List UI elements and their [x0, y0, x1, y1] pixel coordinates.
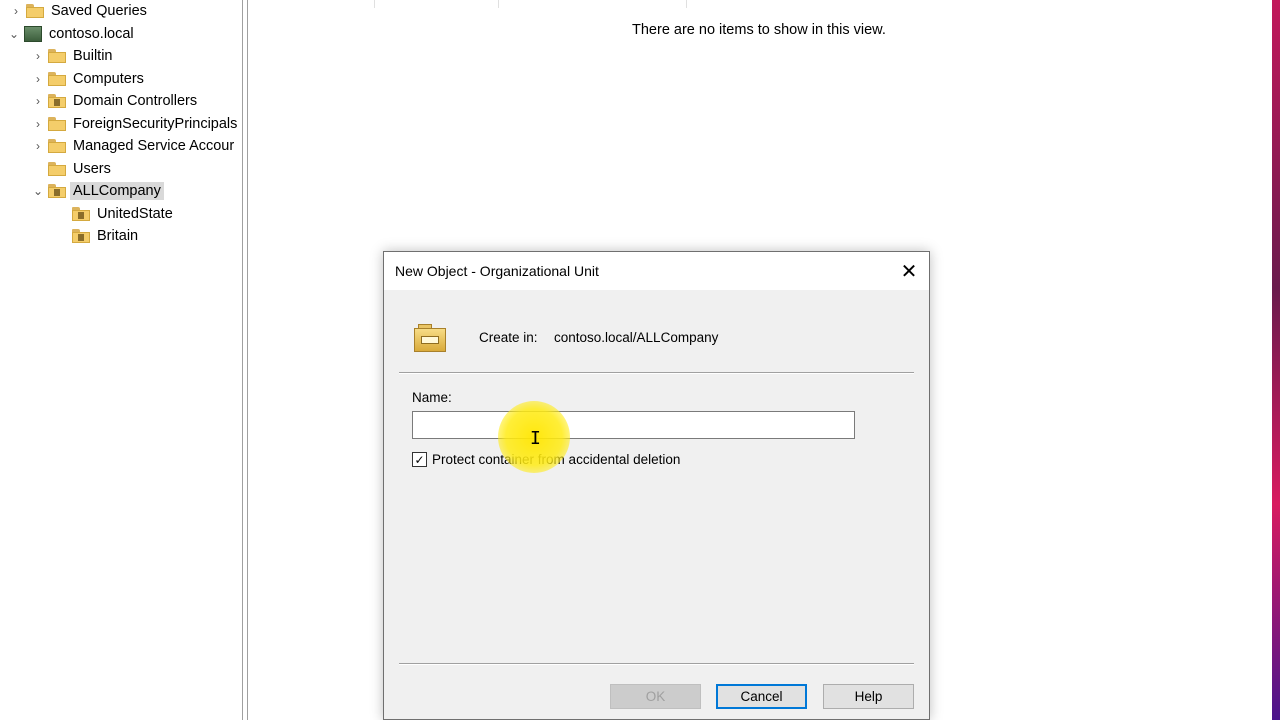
organizational-unit-icon	[412, 322, 448, 354]
tree-item-domain-controllers[interactable]: › Domain Controllers	[30, 90, 200, 112]
ou-folder-icon	[72, 229, 90, 243]
tree-item-label: Managed Service Accour	[73, 138, 235, 154]
tree-item-label: Domain Controllers	[73, 93, 198, 109]
column-divider[interactable]	[374, 0, 375, 8]
tree-item-label: Computers	[73, 71, 144, 87]
chevron-right-icon[interactable]: ›	[30, 93, 46, 109]
protect-checkbox-label[interactable]: Protect container from accidental deleti…	[432, 452, 680, 467]
chevron-right-icon[interactable]: ›	[30, 138, 46, 154]
domain-icon	[24, 26, 42, 42]
close-icon[interactable]: ✕	[889, 252, 929, 290]
ok-button[interactable]: OK	[610, 684, 701, 709]
divider	[399, 372, 914, 374]
tree-item-britain[interactable]: Britain	[54, 225, 141, 247]
chevron-right-icon[interactable]: ›	[30, 48, 46, 64]
tree-item-foreign-security-principals[interactable]: › ForeignSecurityPrincipals	[30, 113, 240, 135]
tree-item-label: Britain	[97, 228, 139, 244]
create-in-path: contoso.local/ALLCompany	[554, 330, 719, 345]
tree-item-label: Saved Queries	[51, 3, 147, 19]
name-label: Name:	[412, 390, 452, 405]
chevron-down-icon[interactable]: ⌄	[30, 183, 46, 199]
tree-item-allcompany[interactable]: ⌄ ALLCompany	[30, 180, 164, 202]
ou-folder-icon	[72, 207, 90, 221]
chevron-right-icon[interactable]: ›	[30, 116, 46, 132]
folder-icon	[48, 49, 66, 63]
create-in-label: Create in:	[479, 330, 538, 345]
tree-item-saved-queries[interactable]: › Saved Queries	[8, 0, 150, 22]
tree-item-label: ALLCompany	[70, 182, 164, 200]
folder-icon	[48, 139, 66, 153]
tree-item-label: Builtin	[73, 48, 113, 64]
column-divider[interactable]	[686, 0, 687, 8]
tree-item-label: UnitedState	[97, 206, 173, 222]
tree-item-users[interactable]: Users	[30, 158, 114, 180]
ou-folder-icon	[48, 184, 66, 198]
background-edge	[1272, 0, 1280, 720]
empty-view-message: There are no items to show in this view.	[632, 22, 886, 38]
tree-item-contoso-local[interactable]: ⌄ contoso.local	[6, 23, 137, 45]
column-divider[interactable]	[498, 0, 499, 8]
tree-item-unitedstate[interactable]: UnitedState	[54, 203, 176, 225]
tree-item-label: Users	[73, 161, 111, 177]
folder-icon	[48, 162, 66, 176]
cancel-button[interactable]: Cancel	[716, 684, 807, 709]
folder-icon	[48, 72, 66, 86]
tree-item-label: contoso.local	[49, 26, 134, 42]
protect-checkbox[interactable]: ✓	[412, 452, 427, 467]
tree-item-label: ForeignSecurityPrincipals	[73, 116, 238, 132]
chevron-right-icon[interactable]: ›	[8, 3, 24, 19]
help-button[interactable]: Help	[823, 684, 914, 709]
dialog-title: New Object - Organizational Unit	[395, 263, 599, 279]
new-ou-dialog: New Object - Organizational Unit ✕ Creat…	[383, 251, 930, 720]
folder-icon	[48, 117, 66, 131]
ou-folder-icon	[48, 94, 66, 108]
chevron-down-icon[interactable]: ⌄	[6, 26, 22, 42]
name-input[interactable]	[412, 411, 855, 439]
tree-item-managed-service-accounts[interactable]: › Managed Service Accour	[30, 135, 237, 157]
dialog-titlebar[interactable]: New Object - Organizational Unit ✕	[384, 252, 929, 290]
tree-item-builtin[interactable]: › Builtin	[30, 45, 116, 67]
chevron-right-icon[interactable]: ›	[30, 71, 46, 87]
console-tree: › Saved Queries ⌄ contoso.local › Builti…	[0, 0, 242, 720]
folder-icon	[26, 4, 44, 18]
protect-checkbox-row[interactable]: ✓ Protect container from accidental dele…	[412, 452, 680, 467]
divider	[399, 663, 914, 665]
tree-item-computers[interactable]: › Computers	[30, 68, 147, 90]
